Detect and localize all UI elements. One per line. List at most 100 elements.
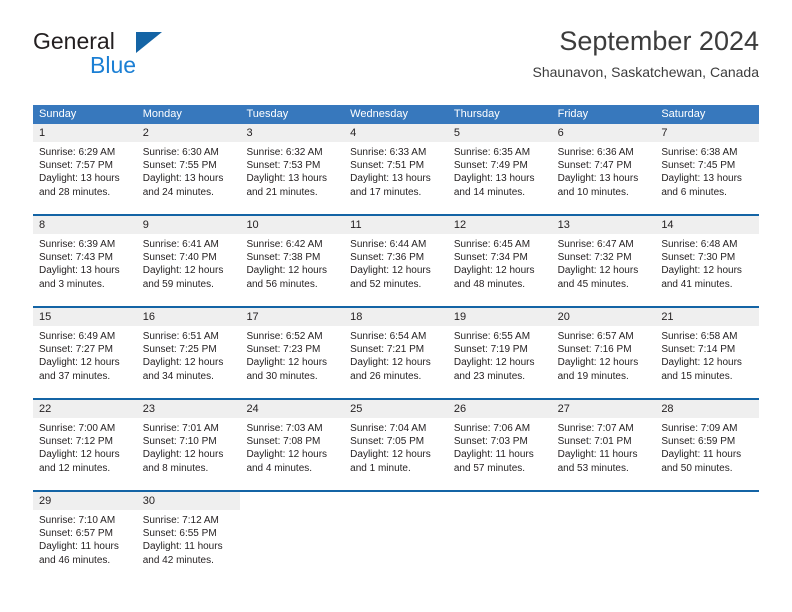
- sunset-time: Sunset: 6:59 PM: [661, 436, 736, 448]
- calendar-day-cell[interactable]: 24 Sunrise: 7:03 AM Sunset: 7:08 PM Dayligh…: [240, 400, 345, 483]
- page-subtitle: Shaunavon, Saskatchewan, Canada: [532, 64, 760, 80]
- calendar-day-cell[interactable]: 3 Sunrise: 6:32 AM Sunset: 7:53 PM Daylight…: [240, 124, 345, 207]
- daylight-duration-line2: and 10 minutes.: [557, 186, 629, 198]
- day-number: 12: [447, 216, 552, 234]
- calendar-day-cell[interactable]: 27 Sunrise: 7:07 AM Sunset: 7:01 PM Dayligh…: [551, 400, 656, 483]
- daylight-duration-line2: and 3 minutes.: [39, 278, 105, 290]
- sunrise-time: Sunrise: 7:12 AM: [142, 515, 219, 526]
- calendar-day-cell[interactable]: 20 Sunrise: 6:57 AM Sunset: 7:16 PM Dayligh…: [551, 308, 656, 391]
- calendar-day-cell[interactable]: 18 Sunrise: 6:54 AM Sunset: 7:21 PM Dayligh…: [344, 308, 448, 391]
- sunset-time: Sunset: 7:27 PM: [39, 344, 113, 356]
- weekday-header-thursday: Thursday: [453, 108, 500, 120]
- weekday-header-tuesday: Tuesday: [246, 108, 289, 120]
- weekday-header-wednesday: Wednesday: [350, 108, 409, 120]
- day-details: [344, 510, 448, 514]
- calendar-day-cell[interactable]: 26 Sunrise: 7:06 AM Sunset: 7:03 PM Dayligh…: [447, 400, 552, 483]
- day-number: 16: [136, 308, 241, 326]
- sunset-time: Sunset: 7:08 PM: [246, 436, 321, 448]
- sunrise-time: Sunrise: 6:57 AM: [557, 331, 634, 342]
- daylight-duration-line1: Daylight: 12 hours: [453, 357, 535, 369]
- calendar-day-cell[interactable]: 21 Sunrise: 6:58 AM Sunset: 7:14 PM Dayligh…: [655, 308, 760, 391]
- calendar-day-cell[interactable]: 19 Sunrise: 6:55 AM Sunset: 7:19 PM Dayligh…: [447, 308, 552, 391]
- day-number: 19: [447, 308, 552, 326]
- daylight-duration-line1: Daylight: 12 hours: [142, 449, 224, 461]
- daylight-duration-line2: and 19 minutes.: [557, 370, 629, 382]
- calendar-day-cell[interactable]: 22 Sunrise: 7:00 AM Sunset: 7:12 PM Dayligh…: [33, 400, 137, 483]
- calendar-day-cell[interactable]: 17 Sunrise: 6:52 AM Sunset: 7:23 PM Dayligh…: [240, 308, 345, 391]
- calendar-day-cell[interactable]: 7 Sunrise: 6:38 AM Sunset: 7:45 PM Daylight…: [655, 124, 760, 207]
- daylight-duration-line1: Daylight: 12 hours: [246, 449, 328, 461]
- daylight-duration-line1: Daylight: 12 hours: [453, 265, 535, 277]
- sunset-time: Sunset: 7:19 PM: [453, 344, 528, 356]
- daylight-duration-line1: Daylight: 12 hours: [350, 449, 431, 461]
- calendar-day-cell[interactable]: 23 Sunrise: 7:01 AM Sunset: 7:10 PM Dayligh…: [136, 400, 241, 483]
- sunset-time: Sunset: 6:57 PM: [39, 528, 113, 540]
- day-details: Sunrise: 7:03 AM Sunset: 7:08 PM Daylight:…: [240, 418, 344, 475]
- calendar-day-cell[interactable]: 12 Sunrise: 6:45 AM Sunset: 7:34 PM Dayligh…: [447, 216, 552, 299]
- daylight-duration-line2: and 28 minutes.: [39, 186, 111, 198]
- calendar-day-cell[interactable]: 13 Sunrise: 6:47 AM Sunset: 7:32 PM Dayligh…: [551, 216, 656, 299]
- brand-triangle-icon: [136, 32, 162, 53]
- title-block: September 2024 Shaunavon, Saskatchewan, …: [533, 24, 760, 82]
- day-details: Sunrise: 6:35 AM Sunset: 7:49 PM Daylight:…: [448, 142, 552, 199]
- sunset-time: Sunset: 7:36 PM: [350, 252, 425, 264]
- calendar-day-cell[interactable]: 16 Sunrise: 6:51 AM Sunset: 7:25 PM Dayligh…: [136, 308, 241, 391]
- calendar-day-cell[interactable]: 2 Sunrise: 6:30 AM Sunset: 7:55 PM Daylight…: [136, 124, 241, 207]
- daylight-duration-line1: Daylight: 13 hours: [661, 173, 742, 185]
- day-details: Sunrise: 6:48 AM Sunset: 7:30 PM Daylight:…: [655, 234, 759, 291]
- calendar-day-cell[interactable]: 30 Sunrise: 7:12 AM Sunset: 6:55 PM Dayligh…: [136, 492, 241, 575]
- page-title: September 2024: [559, 26, 759, 56]
- sunrise-time: Sunrise: 6:30 AM: [142, 147, 219, 158]
- calendar-day-cell[interactable]: 8 Sunrise: 6:39 AM Sunset: 7:43 PM Daylight…: [33, 216, 137, 299]
- calendar-weeks: 1 Sunrise: 6:29 AM Sunset: 7:57 PM Daylight…: [33, 124, 760, 575]
- day-number: 2: [136, 124, 241, 142]
- daylight-duration-line2: and 15 minutes.: [661, 370, 733, 382]
- calendar-day-cell[interactable]: 14 Sunrise: 6:48 AM Sunset: 7:30 PM Dayligh…: [655, 216, 760, 299]
- sunrise-time: Sunrise: 7:09 AM: [661, 423, 738, 434]
- calendar-day-cell[interactable]: 5 Sunrise: 6:35 AM Sunset: 7:49 PM Daylight…: [447, 124, 552, 207]
- sunrise-time: Sunrise: 6:45 AM: [453, 239, 531, 250]
- daylight-duration-line2: and 26 minutes.: [350, 370, 422, 382]
- day-details: Sunrise: 7:01 AM Sunset: 7:10 PM Daylight:…: [137, 418, 241, 475]
- daylight-duration-line1: Daylight: 11 hours: [557, 449, 638, 461]
- calendar-day-cell[interactable]: 11 Sunrise: 6:44 AM Sunset: 7:36 PM Dayligh…: [344, 216, 448, 299]
- daylight-duration-line2: and 4 minutes.: [246, 462, 313, 474]
- sunrise-time: Sunrise: 6:58 AM: [661, 331, 738, 342]
- day-number: 7: [655, 124, 760, 142]
- sunset-time: Sunset: 7:30 PM: [661, 252, 736, 264]
- calendar-day-cell[interactable]: 28 Sunrise: 7:09 AM Sunset: 6:59 PM Dayligh…: [655, 400, 760, 483]
- day-details: Sunrise: 6:52 AM Sunset: 7:23 PM Daylight:…: [240, 326, 344, 383]
- daylight-duration-line2: and 21 minutes.: [246, 186, 318, 198]
- day-details: Sunrise: 6:41 AM Sunset: 7:40 PM Daylight:…: [137, 234, 241, 291]
- day-number: 18: [344, 308, 448, 326]
- day-number: 23: [136, 400, 241, 418]
- sunrise-time: Sunrise: 6:35 AM: [453, 147, 531, 158]
- daylight-duration-line1: Daylight: 12 hours: [142, 265, 224, 277]
- calendar-day-cell[interactable]: 25 Sunrise: 7:04 AM Sunset: 7:05 PM Dayligh…: [344, 400, 448, 483]
- calendar-day-cell[interactable]: 6 Sunrise: 6:36 AM Sunset: 7:47 PM Daylight…: [551, 124, 656, 207]
- day-number: [655, 492, 760, 510]
- day-details: Sunrise: 6:45 AM Sunset: 7:34 PM Daylight:…: [448, 234, 552, 291]
- daylight-duration-line2: and 53 minutes.: [557, 462, 629, 474]
- day-details: Sunrise: 6:49 AM Sunset: 7:27 PM Daylight:…: [33, 326, 137, 383]
- calendar-day-cell[interactable]: 10 Sunrise: 6:42 AM Sunset: 7:38 PM Dayligh…: [240, 216, 345, 299]
- general-blue-logo[interactable]: General Blue: [33, 28, 293, 88]
- day-number: 8: [33, 216, 137, 234]
- sunset-time: Sunset: 7:23 PM: [246, 344, 321, 356]
- day-number: 10: [240, 216, 345, 234]
- daylight-duration-line2: and 34 minutes.: [142, 370, 214, 382]
- calendar-day-cell[interactable]: 15 Sunrise: 6:49 AM Sunset: 7:27 PM Dayligh…: [33, 308, 137, 391]
- calendar-day-cell[interactable]: 29 Sunrise: 7:10 AM Sunset: 6:57 PM Dayligh…: [33, 492, 137, 575]
- calendar-day-cell[interactable]: 9 Sunrise: 6:41 AM Sunset: 7:40 PM Daylight…: [136, 216, 241, 299]
- day-details: Sunrise: 6:29 AM Sunset: 7:57 PM Daylight:…: [33, 142, 137, 199]
- sunrise-time: Sunrise: 6:47 AM: [557, 239, 634, 250]
- calendar-day-cell[interactable]: 1 Sunrise: 6:29 AM Sunset: 7:57 PM Daylight…: [33, 124, 137, 207]
- daylight-duration-line2: and 14 minutes.: [453, 186, 526, 198]
- page-header: General Blue September 2024 Shaunavon, S…: [33, 26, 759, 92]
- day-details: Sunrise: 7:06 AM Sunset: 7:03 PM Daylight:…: [448, 418, 552, 475]
- calendar-day-cell[interactable]: 4 Sunrise: 6:33 AM Sunset: 7:51 PM Daylight…: [344, 124, 448, 207]
- calendar-day-cell-empty: [447, 492, 552, 575]
- calendar-week-row: 15 Sunrise: 6:49 AM Sunset: 7:27 PM Dayligh…: [33, 306, 760, 391]
- daylight-duration-line2: and 17 minutes.: [350, 186, 422, 198]
- daylight-duration-line1: Daylight: 12 hours: [142, 357, 224, 369]
